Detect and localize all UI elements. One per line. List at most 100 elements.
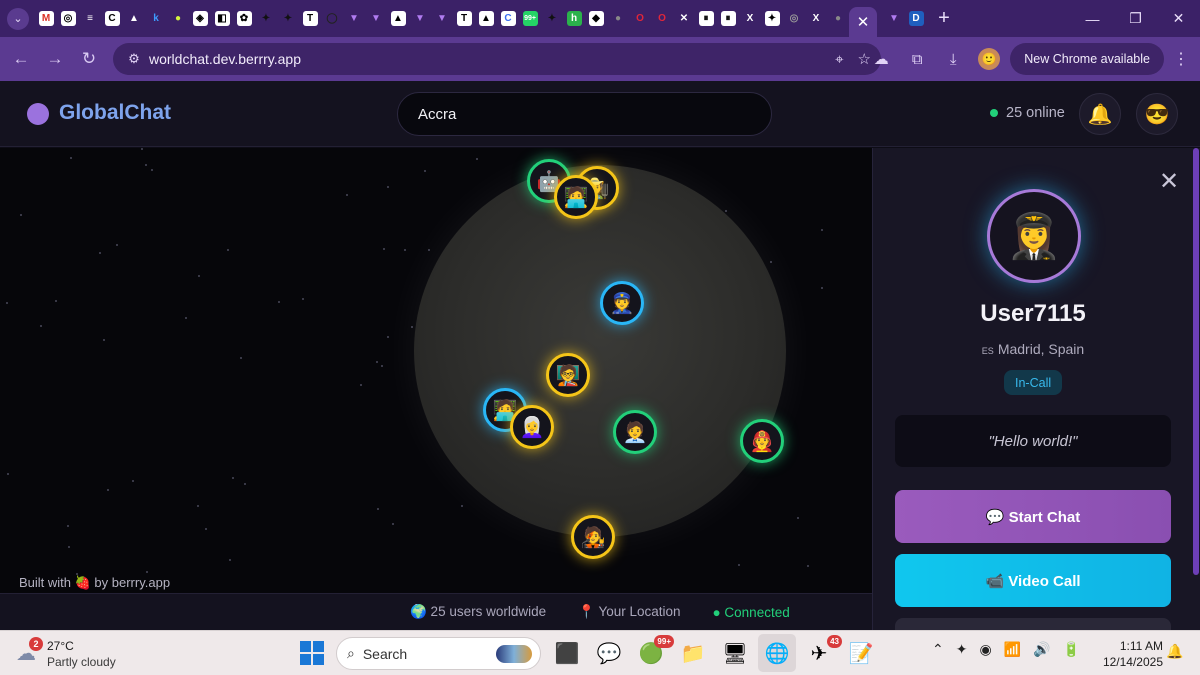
city-search-input[interactable]: Accra (397, 92, 772, 136)
browser-tab-6[interactable]: ● (167, 6, 189, 32)
panel-scrollbar[interactable] (1193, 148, 1199, 575)
download-icon[interactable]: ⤓ (938, 44, 968, 74)
explorer-app[interactable]: 📁 (674, 634, 712, 672)
browser-tab-31[interactable]: ⏸ (717, 6, 739, 32)
browser-tab-27[interactable]: O (629, 6, 651, 32)
browser-tab-2[interactable]: ≡ (79, 6, 101, 32)
location-pin-icon[interactable]: ⌖ (835, 51, 843, 68)
user-marker[interactable]: 🧑‍🎤 (571, 515, 615, 559)
browser-tab-23[interactable]: ✦ (541, 6, 563, 32)
globe[interactable] (414, 165, 786, 537)
meet-app[interactable]: 💬 (590, 634, 628, 672)
user-marker[interactable]: 👩‍🦳 (510, 405, 554, 449)
browser-tab-33[interactable]: ✦ (761, 6, 783, 32)
additional-action-button[interactable] (895, 618, 1171, 630)
browser-tab-5[interactable]: k (145, 6, 167, 32)
forward-button[interactable]: → (38, 42, 72, 76)
star-dot (55, 300, 57, 302)
back-button[interactable]: ← (4, 42, 38, 76)
browser-tab-30[interactable]: ⏸ (695, 6, 717, 32)
browser-tab-8[interactable]: ◧ (211, 6, 233, 32)
tab-search-menu-icon[interactable]: ⌄ (7, 7, 29, 30)
url-text[interactable]: worldchat.dev.berrry.app (149, 51, 301, 67)
user-marker[interactable]: 🧑‍🚒 (740, 419, 784, 463)
tray-icon-2[interactable]: ◉ (979, 641, 991, 658)
browser-tab-11[interactable]: ✦ (277, 6, 299, 32)
user-marker[interactable]: 👮 (600, 281, 644, 325)
browser-tab-after-1[interactable]: D (905, 6, 927, 32)
notification-center-icon[interactable]: 🔔 (1166, 643, 1183, 660)
user-marker[interactable]: 🧑‍💼 (613, 410, 657, 454)
minimize-button[interactable]: — (1071, 0, 1114, 37)
site-info-icon[interactable]: ⚙ (119, 51, 149, 67)
more-menu-icon[interactable]: ⋮ (1170, 49, 1192, 69)
built-with-credit[interactable]: Built with 🍓 by berrry.app (19, 575, 170, 591)
browser-tab-22[interactable]: 99+ (519, 6, 541, 32)
browser-tab-25[interactable]: ◆ (585, 6, 607, 32)
browser-tab-35[interactable]: X (805, 6, 827, 32)
browser-tab-15[interactable]: ▼ (365, 6, 387, 32)
browser-tab-after-0[interactable]: ▼ (883, 6, 905, 32)
tab-favicon-icon: T (302, 11, 318, 26)
address-bar[interactable]: ⚙ worldchat.dev.berrry.app ⌖ ☆ (113, 43, 881, 75)
user-marker[interactable]: 🧑‍🏫 (546, 353, 590, 397)
start-button[interactable] (300, 641, 324, 665)
browser-tab-13[interactable]: ◯ (321, 6, 343, 32)
browser-tab-4[interactable]: ▲ (123, 6, 145, 32)
browser-tab-9[interactable]: ✿ (233, 6, 255, 32)
video-call-button[interactable]: 📹 Video Call (895, 554, 1171, 607)
browser-tab-14[interactable]: ▼ (343, 6, 365, 32)
tray-icon-0[interactable]: ⌃ (932, 641, 944, 658)
taskbar-search[interactable]: ⌕ Search (336, 637, 541, 670)
extensions-puzzle-icon[interactable]: ⧉ (902, 44, 932, 74)
browser-tab-10[interactable]: ✦ (255, 6, 277, 32)
world-map[interactable]: 🤖 🧑‍🌾 🧑‍💻 👮 🧑‍🏫 🧑‍💻 👩‍🦳 🧑‍💼 🧑‍🚒 🧑‍🎤 Built with 🍓 … (0, 148, 872, 593)
browser-tab-0[interactable]: M (35, 6, 57, 32)
app-logo[interactable]: GlobalChat (59, 101, 171, 125)
browser-tab-12[interactable]: T (299, 6, 321, 32)
active-tab-close-icon[interactable]: ✕ (849, 7, 877, 37)
browser-tab-19[interactable]: T (453, 6, 475, 32)
browser-tab-36[interactable]: ● (827, 6, 849, 32)
tray-icon-1[interactable]: ✦ (956, 641, 968, 658)
browser-tab-21[interactable]: C (497, 6, 519, 32)
reload-button[interactable]: ↻ (72, 42, 106, 76)
telegram-app[interactable]: ✈ 43 (800, 634, 842, 672)
maximize-button[interactable]: ❐ (1114, 0, 1157, 37)
browser-tab-29[interactable]: ✕ (673, 6, 695, 32)
browser-tab-3[interactable]: C (101, 6, 123, 32)
browser-tab-16[interactable]: ▲ (387, 6, 409, 32)
extension-cloud-icon[interactable]: ☁ (866, 44, 896, 74)
files-app[interactable]: ⬛ (548, 634, 586, 672)
browser-tab-18[interactable]: ▼ (431, 6, 453, 32)
star-dot (151, 169, 153, 171)
monitor-app[interactable]: 🖥 (716, 634, 754, 672)
profile-avatar[interactable]: 🙂 (974, 44, 1004, 74)
browser-tab-17[interactable]: ▼ (409, 6, 431, 32)
browser-tab-34[interactable]: ◎ (783, 6, 805, 32)
user-profile-button[interactable]: 😎 (1136, 93, 1178, 135)
weather-widget[interactable]: ☁ 2 27°C Partly cloudy (14, 637, 144, 671)
new-chrome-available-button[interactable]: New Chrome available (1010, 43, 1164, 75)
tray-icon-3[interactable]: 📶 (1004, 641, 1021, 658)
close-panel-icon[interactable]: ✕ (1156, 168, 1182, 195)
tray-icon-5[interactable]: 🔋 (1063, 641, 1080, 658)
tray-icon-4[interactable]: 🔊 (1033, 641, 1050, 658)
close-window-button[interactable]: ✕ (1157, 0, 1200, 37)
clock[interactable]: 1:11 AM 12/14/2025 (1097, 638, 1163, 670)
browser-tab-7[interactable]: ◈ (189, 6, 211, 32)
start-chat-button[interactable]: 💬 Start Chat (895, 490, 1171, 543)
editor-app[interactable]: 📝 (842, 634, 880, 672)
browser-tab-24[interactable]: h (563, 6, 585, 32)
notifications-bell-icon[interactable]: 🔔 (1079, 93, 1121, 135)
browser-tab-20[interactable]: ▲ (475, 6, 497, 32)
new-tab-button[interactable]: + (931, 6, 957, 32)
browser-tab-28[interactable]: O (651, 6, 673, 32)
your-location[interactable]: 📍 Your Location (578, 604, 680, 620)
browser-tab-32[interactable]: X (739, 6, 761, 32)
chrome-app[interactable]: 🌐 (758, 634, 796, 672)
browser-tab-26[interactable]: ● (607, 6, 629, 32)
user-marker[interactable]: 🧑‍💻 (554, 175, 598, 219)
browser-tab-1[interactable]: ◎ (57, 6, 79, 32)
whatsapp-app[interactable]: 🟢 99+ (632, 634, 674, 672)
